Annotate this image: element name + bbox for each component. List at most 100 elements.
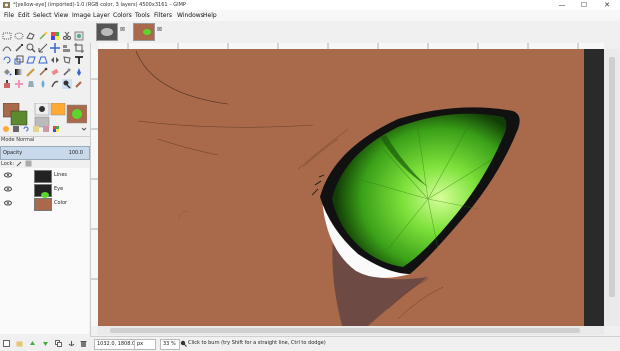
- vertical-scrollbar[interactable]: [604, 49, 620, 326]
- menu-file[interactable]: File: [4, 10, 14, 21]
- close-tab-icon[interactable]: ⊠: [157, 26, 162, 33]
- free-select-icon[interactable]: [26, 31, 36, 41]
- cage-transform-icon[interactable]: [62, 55, 72, 65]
- scissors-icon[interactable]: [62, 31, 72, 41]
- menu-filters[interactable]: Filters: [154, 10, 172, 21]
- fonts-tab-icon[interactable]: [42, 125, 50, 133]
- close-button[interactable]: ✕: [596, 0, 618, 10]
- crop-icon[interactable]: [74, 43, 84, 53]
- new-layer-group-icon[interactable]: [16, 340, 23, 347]
- menu-tools[interactable]: Tools: [135, 10, 150, 21]
- layers-mode[interactable]: Mode Normal: [1, 137, 34, 143]
- vertical-scroll-thumb[interactable]: [609, 57, 615, 297]
- fuzzy-select-icon[interactable]: [38, 31, 48, 41]
- unit-selector[interactable]: px: [134, 339, 156, 350]
- delete-layer-icon[interactable]: [80, 340, 87, 347]
- paintbrush-icon[interactable]: [38, 67, 48, 77]
- opacity-slider[interactable]: Opacity 100.0: [0, 146, 90, 160]
- shear-icon[interactable]: [26, 55, 36, 65]
- text-icon[interactable]: [74, 55, 84, 65]
- rect-select-icon[interactable]: [2, 31, 12, 41]
- dodge-burn-icon[interactable]: [62, 79, 72, 89]
- zoom-icon[interactable]: [26, 43, 36, 53]
- horizontal-scroll-thumb[interactable]: [110, 328, 580, 333]
- undo-history-tab-icon[interactable]: [22, 125, 30, 133]
- gimp-icon: [3, 2, 10, 8]
- toolbox-panel: Mode Normal Opacity 100.0 Lock: Lines Ey…: [0, 21, 91, 347]
- mypaint-brush-icon[interactable]: [74, 79, 84, 89]
- anchor-layer-icon[interactable]: [68, 340, 75, 347]
- menu-image[interactable]: Image: [72, 10, 91, 21]
- duplicate-layer-icon[interactable]: [55, 340, 62, 347]
- smudge-icon[interactable]: [50, 79, 60, 89]
- image-thumbnail: [97, 24, 117, 40]
- measure-icon[interactable]: [38, 43, 48, 53]
- layer-name: Lines: [54, 172, 68, 178]
- layer-row-eye[interactable]: Eye: [0, 183, 88, 198]
- menu-colors[interactable]: Colors: [113, 10, 132, 21]
- palette-tab-icon[interactable]: [52, 125, 60, 133]
- zoom-selector[interactable]: 33 %: [160, 339, 180, 350]
- move-icon[interactable]: [50, 43, 60, 53]
- clone-icon[interactable]: [2, 79, 12, 89]
- scale-icon[interactable]: [14, 55, 24, 65]
- images-tab-icon[interactable]: [32, 125, 40, 133]
- menu-select[interactable]: Select: [33, 10, 52, 21]
- tool-options-tab-icon[interactable]: [2, 125, 10, 133]
- dock-tabs: [2, 125, 88, 134]
- configure-tab-icon[interactable]: [80, 125, 88, 133]
- airbrush-icon[interactable]: [62, 67, 72, 77]
- window-title: *[yellow-eye] (imported)-1.0 (RGB color,…: [13, 2, 186, 8]
- raise-layer-icon[interactable]: [29, 340, 36, 347]
- layer-thumbnail: [34, 184, 52, 198]
- color-picker-icon[interactable]: [14, 43, 24, 53]
- visibility-eye-icon[interactable]: [4, 172, 12, 178]
- flip-icon[interactable]: [50, 55, 60, 65]
- visibility-eye-icon[interactable]: [4, 200, 12, 206]
- align-icon[interactable]: [62, 43, 72, 53]
- canvas-artwork[interactable]: [98, 49, 604, 326]
- dodge-burn-icon: [180, 340, 187, 347]
- image-tab-1[interactable]: [96, 23, 118, 41]
- lock-alpha-icon[interactable]: [25, 160, 32, 167]
- heal-icon[interactable]: [14, 79, 24, 89]
- close-tab-icon[interactable]: ⊠: [120, 26, 125, 33]
- paths-icon[interactable]: [2, 43, 12, 53]
- minimize-button[interactable]: —: [551, 0, 573, 10]
- menu-help[interactable]: Help: [203, 10, 217, 21]
- bucket-fill-icon[interactable]: [2, 67, 12, 77]
- color-select-icon[interactable]: [50, 31, 60, 41]
- perspective-icon[interactable]: [38, 55, 48, 65]
- lower-layer-icon[interactable]: [42, 340, 49, 347]
- perspective-clone-icon[interactable]: [26, 79, 36, 89]
- horizontal-scrollbar[interactable]: [98, 326, 604, 335]
- layer-thumbnail: [34, 198, 52, 211]
- status-bar: 1032.0, 1808.0 px 33 % Click to burn (tr…: [90, 336, 620, 351]
- layer-thumbnail: [34, 170, 52, 183]
- lock-pixels-icon[interactable]: [16, 160, 23, 167]
- menu-layer[interactable]: Layer: [93, 10, 110, 21]
- menu-edit[interactable]: Edit: [18, 10, 30, 21]
- pointer-coordinates: 1032.0, 1808.0: [94, 339, 139, 350]
- new-layer-icon[interactable]: [3, 340, 10, 347]
- eraser-icon[interactable]: [50, 67, 60, 77]
- menu-windows[interactable]: Windows: [177, 10, 204, 21]
- foreground-select-icon[interactable]: [74, 31, 84, 41]
- device-status-tab-icon[interactable]: [12, 125, 20, 133]
- blur-icon[interactable]: [38, 79, 48, 89]
- menu-view[interactable]: View: [54, 10, 68, 21]
- layer-row-lines[interactable]: Lines: [0, 169, 88, 183]
- rotate-icon[interactable]: [2, 55, 12, 65]
- blend-icon[interactable]: [14, 67, 24, 77]
- layer-name: Eye: [54, 186, 64, 192]
- image-tab-2[interactable]: [133, 23, 155, 41]
- layer-row-color[interactable]: Color: [0, 197, 88, 211]
- canvas-area[interactable]: [98, 49, 604, 326]
- lock-label: Lock:: [1, 161, 15, 167]
- pencil-icon[interactable]: [26, 67, 36, 77]
- maximize-button[interactable]: ☐: [573, 0, 595, 10]
- ink-icon[interactable]: [74, 67, 84, 77]
- layer-buttons: [0, 337, 90, 350]
- visibility-eye-icon[interactable]: [4, 186, 12, 192]
- ellipse-select-icon[interactable]: [14, 31, 24, 41]
